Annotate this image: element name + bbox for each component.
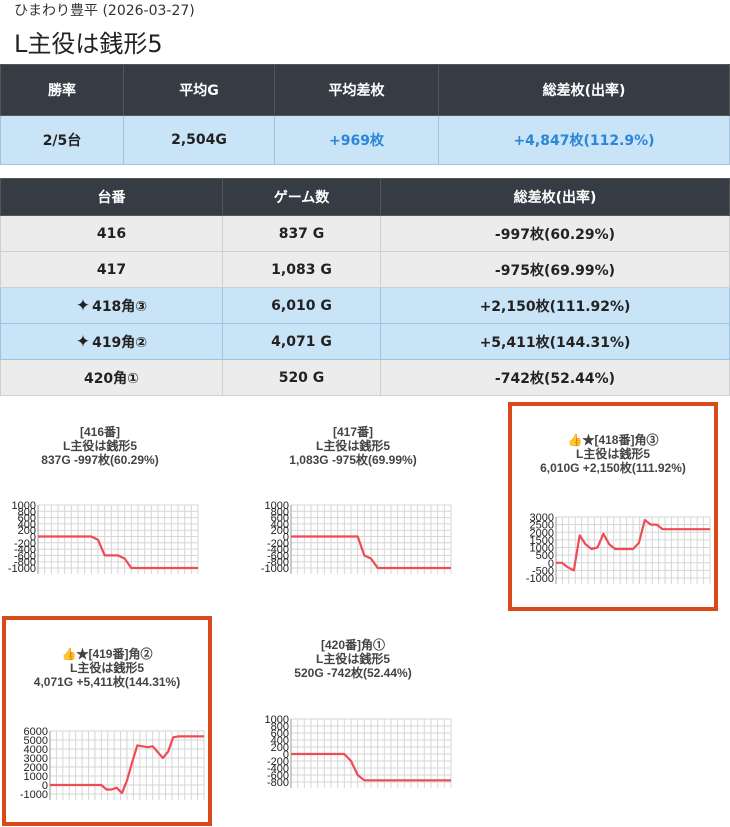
chart-card-420: [420番]角① L主役は銭形5 520G -742枚(52.44%) 1000 80… (253, 614, 453, 814)
machine-diff: +2,150枚(111.92%) (380, 287, 730, 324)
machine-games: 4,071 G (222, 323, 381, 360)
table-row: ✦ 419角② 4,071 G +5,411枚(144.31%) (0, 323, 730, 360)
machine-no: 416 (0, 215, 223, 252)
sparkle-icon: ✦ (75, 331, 91, 352)
chart-420: 10008006004002000-200-400-600-800 (265, 714, 452, 789)
header-machine-no: 台番 (0, 178, 223, 216)
chart-417: 10008006004002000-200-400-600-800-1000 (261, 500, 452, 575)
table-row: 420角① 520 G -742枚(52.44%) (0, 359, 730, 396)
chart-card-419: 👍★[419番]角② L主役は銭形5 4,071G +5,411枚(144.31%)… (2, 616, 212, 826)
header-total-diff: 総差枚(出率) (438, 64, 730, 116)
chart-418: 300025002000150010005000-500-1000 (526, 512, 711, 585)
hall-date-label: ひまわり豊平 (2026-03-27) (14, 3, 195, 19)
machine-diff: +5,411枚(144.31%) (380, 323, 730, 360)
page-title: L主役は銭形5 (14, 30, 163, 58)
machine-no: 420角① (0, 359, 223, 396)
table-row: 416 837 G -997枚(60.29%) (0, 215, 730, 252)
machine-diff: -742枚(52.44%) (380, 359, 730, 396)
chart-card-417: [417番] L主役は銭形5 1,083G -975枚(69.99%) 1000 80… (253, 400, 453, 600)
header-games: ゲーム数 (222, 178, 381, 216)
machine-no-cell: ✦ 419角② (0, 323, 223, 360)
header-diff: 総差枚(出率) (380, 178, 730, 216)
avg-games-value: 2,504G (123, 115, 275, 165)
machine-games: 520 G (222, 359, 381, 396)
machine-games: 837 G (222, 215, 381, 252)
header-avg-diff: 平均差枚 (274, 64, 439, 116)
header-avg-games: 平均G (123, 64, 275, 116)
y-tick-label: -1000 (20, 789, 48, 801)
chart-419: 6000500040003000200010000-1000 (20, 726, 205, 801)
avg-diff-value: +969枚 (274, 115, 439, 165)
machine-no: 419角② (92, 334, 148, 351)
table-row: 417 1,083 G -975枚(69.99%) (0, 251, 730, 288)
chart-416: 10008006004002000-200-400-600-800-1000 (8, 500, 199, 575)
y-tick-label: -1000 (526, 573, 554, 585)
chart-card-418: 👍★[418番]角③ L主役は銭形5 6,010G +2,150枚(111.92%)… (508, 402, 718, 611)
machine-diff: -975枚(69.99%) (380, 251, 730, 288)
y-tick-label: -1000 (261, 563, 289, 575)
y-tick-label: -800 (267, 777, 289, 789)
sparkle-icon: ✦ (75, 295, 91, 316)
machine-games: 1,083 G (222, 251, 381, 288)
machine-no: 417 (0, 251, 223, 288)
chart-card-416: [416番] L主役は銭形5 837G -997枚(60.29%) 1000 800 6… (0, 400, 200, 600)
summary-table: 勝率 平均G 平均差枚 総差枚(出率) 2/5台 2,504G +969枚 +4… (0, 64, 730, 165)
header-win-rate: 勝率 (0, 64, 124, 116)
win-rate-value: 2/5台 (0, 115, 124, 165)
machine-no-cell: ✦ 418角③ (0, 287, 223, 324)
machine-no: 418角③ (92, 298, 148, 315)
table-row: ✦ 418角③ 6,010 G +2,150枚(111.92%) (0, 287, 730, 324)
total-diff-value: +4,847枚(112.9%) (438, 115, 730, 165)
machine-table: 台番 ゲーム数 総差枚(出率) 416 837 G -997枚(60.29%) … (0, 178, 730, 396)
machine-diff: -997枚(60.29%) (380, 215, 730, 252)
machine-games: 6,010 G (222, 287, 381, 324)
y-tick-label: -1000 (8, 563, 36, 575)
